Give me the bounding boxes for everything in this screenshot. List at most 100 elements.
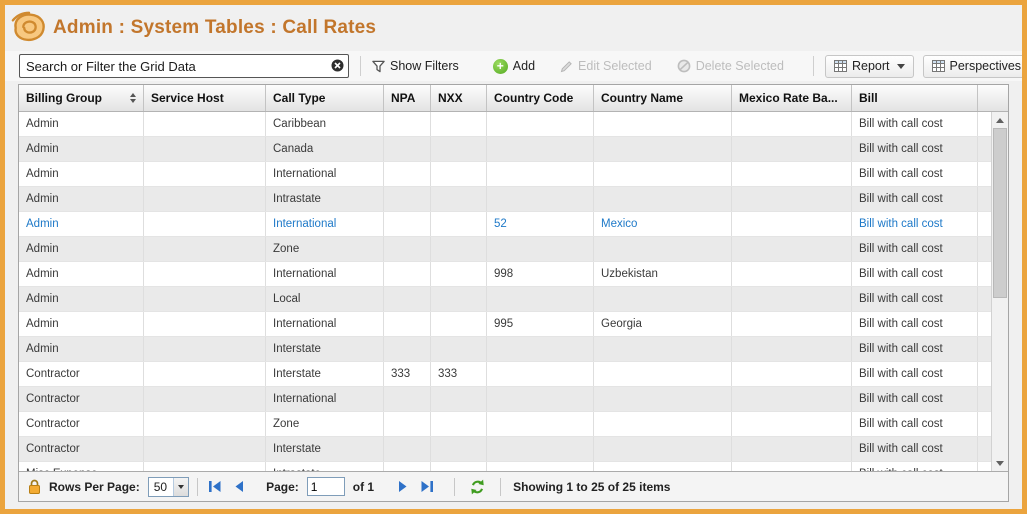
column-header-nxx[interactable]: NXX <box>431 85 487 111</box>
cell-nxx <box>431 387 487 411</box>
cell-npa <box>384 212 431 236</box>
cell-billing_group: Admin <box>19 237 144 261</box>
cell-mexico_rate <box>732 262 852 286</box>
last-page-button[interactable] <box>418 481 436 492</box>
first-page-button[interactable] <box>206 481 224 492</box>
table-row[interactable]: AdminInterstateBill with call cost <box>19 337 1008 362</box>
scrollbar-track[interactable] <box>992 128 1008 455</box>
table-row[interactable]: AdminInternational52MexicoBill with call… <box>19 212 1008 237</box>
cell-call_type: Interstate <box>266 337 384 361</box>
cell-call_type: Interstate <box>266 437 384 461</box>
column-header-service_host[interactable]: Service Host <box>144 85 266 111</box>
cell-nxx <box>431 437 487 461</box>
page-input[interactable] <box>307 477 345 496</box>
table-row[interactable]: ContractorZoneBill with call cost <box>19 412 1008 437</box>
cell-country_code <box>487 412 594 436</box>
table-row[interactable]: AdminLocalBill with call cost <box>19 287 1008 312</box>
grid-body: Admin Caribbean Bill with call cost AdminCa… <box>19 112 1008 471</box>
cell-country_name <box>594 387 732 411</box>
cell-nxx <box>431 312 487 336</box>
cell-service_host <box>144 437 266 461</box>
table-row[interactable]: AdminCaribbeanBill with call cost <box>19 112 1008 137</box>
cell-service_host <box>144 312 266 336</box>
search-input[interactable] <box>19 54 349 78</box>
cell-nxx <box>431 287 487 311</box>
search-clear-icon[interactable] <box>331 59 344 72</box>
cell-nxx <box>431 187 487 211</box>
scrollbar-down-button[interactable] <box>992 455 1008 471</box>
show-filters-button[interactable]: Show Filters <box>372 59 459 73</box>
column-header-npa[interactable]: NPA <box>384 85 431 111</box>
cell-billing_group: Admin <box>19 287 144 311</box>
cell-service_host <box>144 237 266 261</box>
rows-per-page-select[interactable]: 50 <box>148 477 189 497</box>
delete-selected-button[interactable]: Delete Selected <box>677 59 784 73</box>
cell-npa <box>384 137 431 161</box>
cell-service_host <box>144 112 266 136</box>
cell-service_host <box>144 212 266 236</box>
cell-country_name <box>594 337 732 361</box>
table-row[interactable]: Misc ExpenseIntrastateBill with call cos… <box>19 462 1008 471</box>
table-row[interactable]: AdminInternational998UzbekistanBill with… <box>19 262 1008 287</box>
cell-billing_group: Misc Expense <box>19 462 144 471</box>
column-header-billing_group[interactable]: Billing Group <box>19 85 144 111</box>
pager-separator <box>197 478 198 496</box>
cell-bill: Bill with call cost <box>852 387 978 411</box>
cell-billing_group: Contractor <box>19 412 144 436</box>
pager-separator <box>454 478 455 496</box>
cell-nxx <box>431 462 487 471</box>
cell-billing_group: Admin <box>19 337 144 361</box>
edit-selected-button[interactable]: Edit Selected <box>560 59 652 73</box>
table-row[interactable]: AdminInternational995GeorgiaBill with ca… <box>19 312 1008 337</box>
column-header-filler <box>978 85 1008 111</box>
pager-bar: Rows Per Page: 50 Page: of 1 <box>19 471 1008 501</box>
select-caret-icon <box>173 478 188 496</box>
cell-bill: Bill with call cost <box>852 312 978 336</box>
cell-bill: Bill with call cost <box>852 212 978 236</box>
vertical-scrollbar[interactable] <box>991 112 1008 471</box>
column-header-country_name[interactable]: Country Name <box>594 85 732 111</box>
cell-nxx: 333 <box>431 362 487 386</box>
next-page-button[interactable] <box>396 481 410 492</box>
column-header-mexico_rate[interactable]: Mexico Rate Ba... <box>732 85 852 111</box>
cell-billing_group: Admin <box>19 112 144 136</box>
table-row[interactable]: AdminZoneBill with call cost <box>19 237 1008 262</box>
cell-billing_group: Admin <box>19 187 144 211</box>
cell-call_type: Intrastate <box>266 187 384 211</box>
column-header-country_code[interactable]: Country Code <box>487 85 594 111</box>
perspectives-dropdown[interactable]: Perspectives <box>923 55 1027 78</box>
cell-nxx <box>431 237 487 261</box>
report-dropdown[interactable]: Report <box>825 55 914 78</box>
edit-pencil-icon <box>560 60 573 73</box>
cell-npa <box>384 412 431 436</box>
add-label: Add <box>513 59 535 73</box>
app-logo-icon <box>10 10 48 46</box>
table-row[interactable]: ContractorInternationalBill with call co… <box>19 387 1008 412</box>
scrollbar-thumb[interactable] <box>993 128 1007 298</box>
cell-npa <box>384 287 431 311</box>
cell-mexico_rate <box>732 362 852 386</box>
cell-nxx <box>431 162 487 186</box>
cell-service_host <box>144 362 266 386</box>
app-header: Admin : System Tables : Call Rates <box>5 5 1022 51</box>
cell-country_code <box>487 337 594 361</box>
column-header-bill[interactable]: Bill <box>852 85 978 111</box>
add-button[interactable]: + Add <box>493 59 535 74</box>
prev-page-button[interactable] <box>232 481 246 492</box>
cell-billing_group: Admin <box>19 312 144 336</box>
table-row[interactable]: AdminCanadaBill with call cost <box>19 137 1008 162</box>
table-row[interactable]: ContractorInterstateBill with call cost <box>19 437 1008 462</box>
column-header-call_type[interactable]: Call Type <box>266 85 384 111</box>
table-row[interactable]: ContractorInterstate333333Bill with call… <box>19 362 1008 387</box>
cell-country_code: 52 <box>487 212 594 236</box>
cell-nxx <box>431 137 487 161</box>
scrollbar-up-button[interactable] <box>992 112 1008 128</box>
sort-icon[interactable] <box>130 93 136 103</box>
table-row[interactable]: AdminIntrastateBill with call cost <box>19 187 1008 212</box>
cell-call_type: International <box>266 162 384 186</box>
cell-call_type: Caribbean <box>266 112 384 136</box>
table-row[interactable]: AdminInternationalBill with call cost <box>19 162 1008 187</box>
perspectives-table-icon <box>932 60 945 72</box>
refresh-button[interactable] <box>469 479 486 495</box>
cell-npa <box>384 262 431 286</box>
